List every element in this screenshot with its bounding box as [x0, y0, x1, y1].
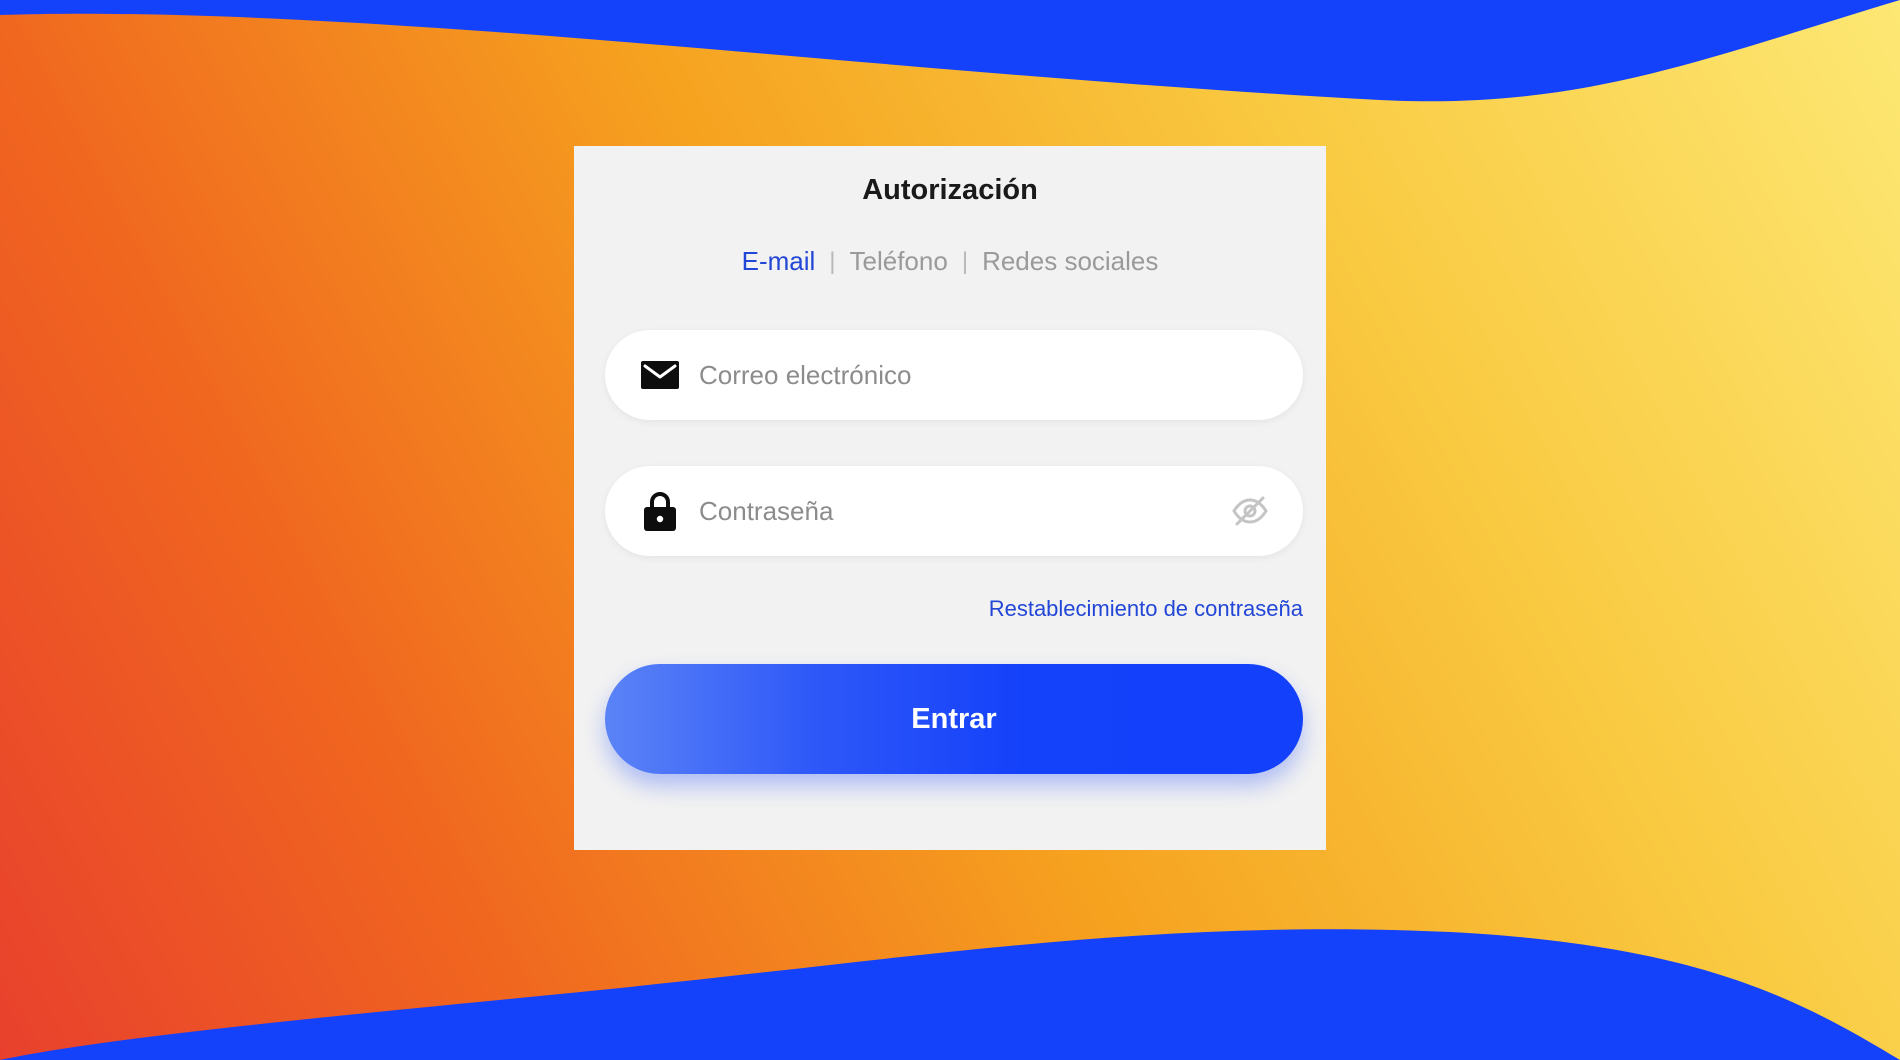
card-title: Autorización: [862, 174, 1038, 206]
email-input[interactable]: [699, 330, 1239, 420]
login-button[interactable]: Entrar: [605, 664, 1303, 774]
password-input[interactable]: [699, 466, 1239, 556]
lock-icon: [639, 490, 681, 532]
page-background: Autorización E-mail | Teléfono | Redes s…: [0, 0, 1900, 1060]
login-card: Autorización E-mail | Teléfono | Redes s…: [574, 146, 1326, 850]
login-method-tabs: E-mail | Teléfono | Redes sociales: [574, 246, 1326, 277]
tab-phone[interactable]: Teléfono: [850, 246, 948, 277]
tab-email[interactable]: E-mail: [742, 246, 816, 277]
email-field-container: [605, 330, 1303, 420]
tab-separator: |: [961, 247, 969, 275]
tab-separator: |: [829, 247, 836, 275]
mail-icon: [639, 354, 681, 396]
password-field-container: [605, 466, 1303, 556]
tab-social[interactable]: Redes sociales: [982, 246, 1158, 277]
eye-off-icon[interactable]: [1231, 494, 1269, 528]
reset-password-link[interactable]: Restablecimiento de contraseña: [989, 596, 1303, 622]
